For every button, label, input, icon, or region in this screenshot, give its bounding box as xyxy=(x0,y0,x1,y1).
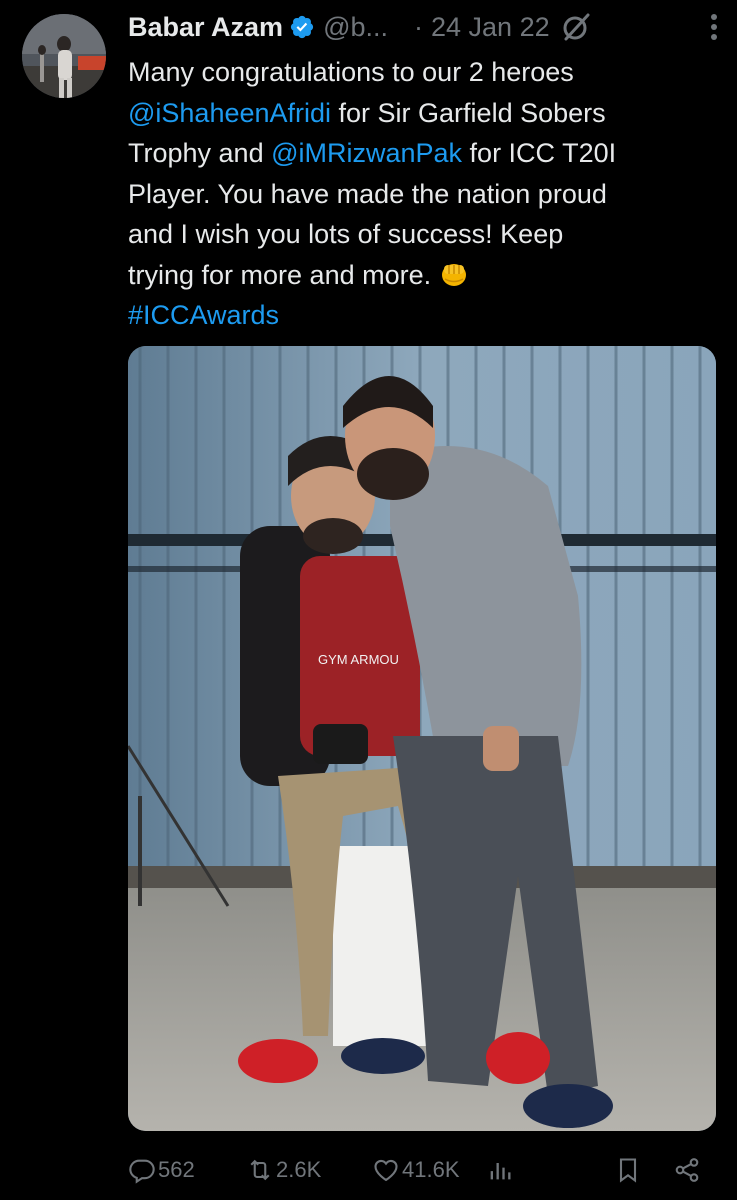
like-button[interactable]: 41.6K xyxy=(372,1150,460,1190)
bookmark-button[interactable] xyxy=(614,1150,644,1190)
like-icon xyxy=(374,1159,398,1182)
shirt-text: GYM ARMOU xyxy=(318,652,399,667)
tweet-line: #ICCAwards xyxy=(128,295,728,336)
reply-count: 562 xyxy=(158,1157,195,1182)
repost-button[interactable]: 2.6K xyxy=(246,1150,321,1190)
author-avatar[interactable] xyxy=(22,14,106,98)
tweet-text-span: for ICC T20I xyxy=(462,138,617,168)
analytics-icon xyxy=(490,1163,511,1180)
mention-link[interactable]: @iMRizwanPak xyxy=(271,138,462,168)
tweet-text-span: trying for more and more. xyxy=(128,259,439,290)
tweet-line: Many congratulations to our 2 heroes xyxy=(128,57,574,87)
bookmark-icon xyxy=(619,1158,637,1183)
tweet-line: Trophy and @iMRizwanPak for ICC T20I xyxy=(128,133,728,174)
tweet-text-span: for Sir Garfield Sobers xyxy=(331,97,606,128)
share-button[interactable] xyxy=(673,1150,703,1190)
reply-icon xyxy=(129,1159,155,1184)
tweet-action-bar: 562 2.6K 41.6K xyxy=(128,1150,728,1190)
author-handle[interactable]: @b... xyxy=(323,12,388,43)
reply-button[interactable]: 562 xyxy=(128,1150,195,1190)
tweet-line: @iShaheenAfridi for Sir Garfield Sobers xyxy=(128,93,728,134)
separator-dot: · xyxy=(414,11,423,42)
tweet-line: Player. You have made the nation proud xyxy=(128,178,607,209)
tweet-text-span: Trophy and xyxy=(128,138,272,168)
more-icon[interactable] xyxy=(700,10,728,50)
tweet-line: and I wish you lots of success! Keep xyxy=(128,219,564,249)
tweet-line: trying for more and more. xyxy=(128,255,728,296)
tweet-text: Many congratulations to our 2 heroes @iS… xyxy=(128,52,728,336)
verified-badge-icon xyxy=(290,15,314,39)
oncoming-fist-emoji xyxy=(441,263,466,286)
repost-icon xyxy=(250,1159,270,1181)
mention-link[interactable]: @iShaheenAfridi xyxy=(128,98,331,128)
like-count: 41.6K xyxy=(402,1157,460,1182)
analytics-button[interactable] xyxy=(486,1150,516,1190)
grok-icon[interactable] xyxy=(560,10,594,44)
tweet-photo[interactable]: GYM ARMOU xyxy=(128,346,716,1131)
share-icon xyxy=(675,1158,699,1182)
repost-count: 2.6K xyxy=(276,1157,322,1182)
hashtag-link[interactable]: #ICCAwards xyxy=(128,300,279,330)
tweet-date[interactable]: 24 Jan 22 xyxy=(431,12,550,43)
author-name[interactable]: Babar Azam xyxy=(128,12,283,43)
tweet-header: Babar Azam @b... · 24 Jan 22 xyxy=(128,10,728,44)
